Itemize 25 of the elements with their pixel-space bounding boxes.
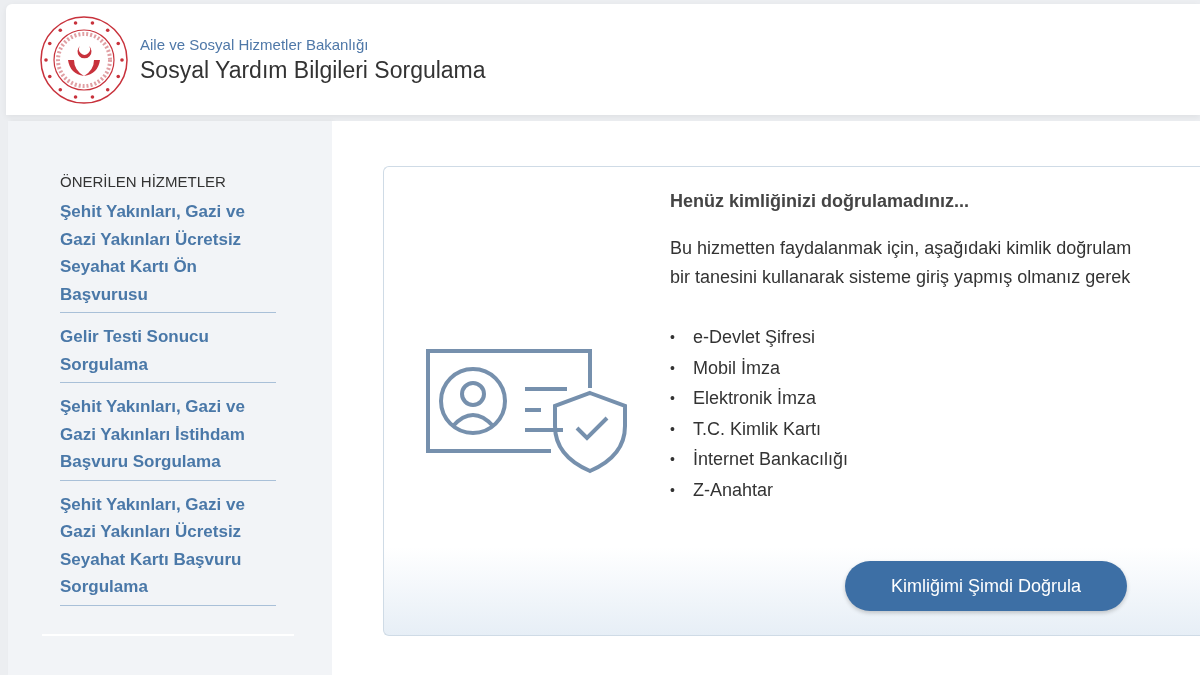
notice-text: Bu hizmetten faydalanmak için, aşağıdaki kimlik doğrulam: [670, 237, 1133, 260]
sidebar-link[interactable]: Gelir Testi Sonucu Sorgulama: [60, 323, 276, 383]
bullet: •: [670, 389, 675, 408]
emblem-icon: [40, 15, 128, 104]
bullet: •: [670, 450, 675, 469]
method-item: Mobil İmza: [692, 356, 780, 380]
ministry-name: Aile ve Sosyal Hizmetler Bakanlığı: [140, 35, 370, 53]
method-item: Z-Anahtar: [692, 478, 773, 502]
sidebar-heading: ÖNERİLEN HİZMETLER: [60, 173, 227, 190]
method-item: e-Devlet Şifresi: [692, 326, 815, 350]
method-item: İnternet Bankacılığı: [692, 448, 848, 472]
sidebar-link[interactable]: Şehit Yakınları, Gazi ve Gazi Yakınları Ücretsiz Seyahat Kartı Başvuru Sorgulama: [60, 490, 276, 606]
notice-text: bir tanesini kullanarak sisteme giriş yapmış olmanız gerek: [670, 266, 1132, 289]
page-title: Sosyal Yardım Bilgileri Sorgulama: [140, 56, 486, 84]
bullet: •: [670, 419, 675, 438]
sidebar-link[interactable]: Şehit Yakınları, Gazi ve Gazi Yakınları İstihdam Başvuru Sorgulama: [60, 393, 276, 481]
verify-button[interactable]: Kimliğimi Şimdi Doğrula: [845, 561, 1127, 611]
bullet: •: [670, 480, 675, 499]
sidebar-link[interactable]: Şehit Yakınları, Gazi ve Gazi Yakınları Ücretsiz Seyahat Kartı Ön Başvurusu: [60, 198, 276, 313]
method-item: Elektronik İmza: [692, 387, 816, 411]
id-card-shield-icon: [425, 348, 629, 474]
bullet: •: [670, 328, 675, 347]
bullet: •: [670, 358, 675, 377]
method-item: T.C. Kimlik Kartı: [692, 417, 821, 441]
notice-heading: Henüz kimliğinizi doğrulamadınız...: [670, 191, 971, 212]
